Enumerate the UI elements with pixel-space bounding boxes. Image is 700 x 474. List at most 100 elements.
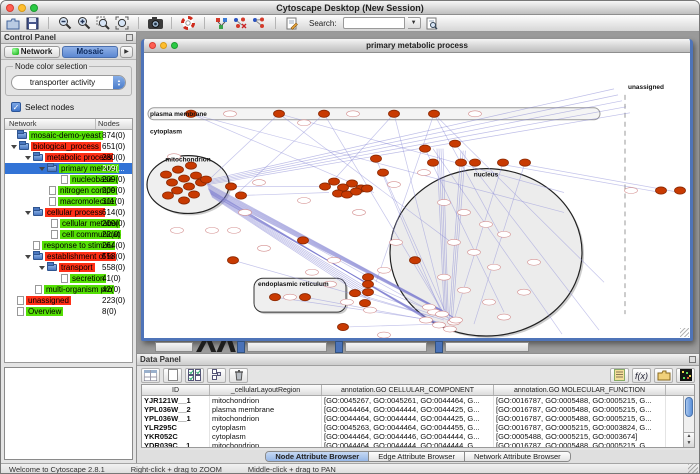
import-attributes-icon[interactable] (654, 368, 673, 383)
select-nodes-checkbox[interactable]: ✓ (11, 102, 21, 112)
table-row[interactable]: YJR121W__1mitochondrion[GO:0045267, GO:0… (142, 396, 683, 405)
control-panel: Control Panel Network Mosaic ▶ Node colo… (1, 32, 137, 463)
annotation-icon[interactable] (284, 16, 300, 31)
snapshot-icon[interactable] (147, 16, 163, 31)
column-header[interactable]: annotation.GO MOLECULAR_FUNCTION (494, 385, 666, 395)
expander-triangle-icon[interactable] (39, 266, 45, 270)
table-row[interactable]: YPL036W__2plasma membrane[GO:0044464, GO… (142, 405, 683, 414)
tree-row-node-count: 223(0) (102, 296, 125, 305)
help-icon[interactable] (180, 16, 196, 31)
unselect-attributes-icon[interactable] (207, 368, 226, 383)
tree-row-node-count: 209(... (102, 164, 125, 173)
tab-network-attribute-browser[interactable]: Network Attribute Browser (465, 452, 570, 461)
window-resize-grip[interactable] (680, 328, 689, 337)
column-header[interactable]: _cellularLayoutRegion (210, 385, 322, 395)
column-header[interactable]: ID (142, 385, 210, 395)
vizmapper-icon[interactable] (213, 16, 229, 31)
float-panel-icon[interactable] (689, 356, 696, 363)
background-window[interactable] (247, 342, 327, 352)
attribute-table-icon[interactable] (141, 368, 160, 383)
tree-row[interactable]: metabolic process280(0) (5, 152, 132, 163)
tree-row[interactable]: primary metabo209(... (5, 163, 132, 174)
svg-text:mitochondrion: mitochondrion (165, 157, 210, 164)
table-scrollbar[interactable]: ▲▼ (683, 396, 694, 447)
tree-row[interactable]: nucleobase-209(0) (5, 174, 132, 185)
tab-mosaic[interactable]: Mosaic (62, 46, 118, 58)
node-color-dropdown[interactable]: transporter activity ▲▼ (11, 75, 126, 90)
search-dropdown-arrow[interactable]: ▼ (408, 17, 421, 29)
tree-header-network[interactable]: Network (5, 119, 95, 129)
search-options-icon[interactable] (424, 16, 440, 31)
tree-row[interactable]: establishment of lo558(0) (5, 251, 132, 262)
zoom-fit-icon[interactable] (114, 16, 130, 31)
tree-row[interactable]: transport558(0) (5, 262, 132, 273)
background-window[interactable] (345, 342, 427, 352)
background-window[interactable] (155, 342, 193, 352)
tree-row-node-count: 42(0) (102, 285, 121, 294)
tree-row-node-count: 311(0) (102, 197, 125, 206)
tree-row[interactable]: unassigned223(0) (5, 295, 132, 306)
tree-row-label: transport (59, 263, 95, 272)
zoom-out-icon[interactable] (57, 16, 73, 31)
tree-row[interactable]: cellular process614(0) (5, 207, 132, 218)
tree-row[interactable]: nitrogen compo209(0) (5, 185, 132, 196)
table-row[interactable]: YKR052Ccytoplasm[GO:0044464, GO:0044446,… (142, 432, 683, 441)
expander-triangle-icon[interactable] (25, 156, 31, 160)
hide-selected-icon[interactable] (232, 16, 248, 31)
tree-row[interactable]: response to stimulu264(0) (5, 240, 132, 251)
open-icon[interactable] (5, 16, 21, 31)
new-attribute-icon[interactable] (163, 368, 182, 383)
network-page-icon (17, 307, 24, 316)
formula-icon[interactable]: f(x) (632, 368, 651, 383)
tree-row[interactable]: multi-organism pro42(0) (5, 284, 132, 295)
table-cell: YKR052C (142, 432, 210, 441)
expander-triangle-icon[interactable] (39, 167, 45, 171)
tab-node-attribute-browser[interactable]: Node Attribute Browser (266, 452, 369, 461)
select-attributes-icon[interactable] (185, 368, 204, 383)
tab-overflow-arrow[interactable]: ▶ (120, 46, 133, 58)
app-resize-grip[interactable] (688, 464, 698, 474)
tree-row[interactable]: macromolecule311(0) (5, 196, 132, 207)
network-canvas[interactable]: plasma membranecytoplasmmitochondrionnuc… (144, 53, 690, 338)
background-window-label (227, 341, 236, 352)
tab-edge-attribute-browser[interactable]: Edge Attribute Browser (369, 452, 465, 461)
tree-row[interactable]: Overview8(0) (5, 306, 132, 317)
tree-row[interactable]: secretion41(0) (5, 273, 132, 284)
attribute-list-icon[interactable] (610, 368, 629, 383)
background-window-corner[interactable] (335, 341, 343, 353)
scrollbar-thumb[interactable] (685, 397, 693, 417)
tree-header-nodes[interactable]: Nodes (95, 119, 132, 129)
table-cell: YPL036W__1 (142, 414, 210, 423)
background-window-corner[interactable] (435, 341, 443, 353)
tree-row[interactable]: mosaic-demo-yeast874(0) (5, 130, 132, 141)
tree-row-node-count: 41(0) (102, 274, 121, 283)
birdseye-view-panel[interactable] (4, 367, 133, 460)
float-panel-icon[interactable] (126, 34, 133, 41)
tree-row[interactable]: biological_process651(0) (5, 141, 132, 152)
table-row[interactable]: YPL036W__1mitochondrion[GO:0044464, GO:0… (142, 414, 683, 423)
show-all-icon[interactable] (251, 16, 267, 31)
table-row[interactable]: YDR039C__1mitochondrion[GO:0044464, GO:0… (142, 441, 683, 447)
data-panel-toolbar: f(x) (137, 366, 699, 384)
tab-network[interactable]: Network (4, 46, 60, 58)
network-window-titlebar: primary metabolic process (144, 39, 690, 53)
scrollbar-arrows[interactable]: ▲▼ (684, 432, 694, 447)
network-page-icon (17, 296, 24, 305)
background-window-corner[interactable] (237, 341, 245, 353)
zoom-in-icon[interactable] (76, 16, 92, 31)
matrix-icon[interactable] (676, 368, 695, 383)
node-color-dropdown-value: transporter activity (12, 78, 113, 87)
tree-row[interactable]: cellular metabol209(0) (5, 218, 132, 229)
table-cell: [GO:0044464, GO:0044446, GO:0044444, G..… (322, 432, 494, 441)
expander-triangle-icon[interactable] (11, 145, 17, 149)
tree-row[interactable]: cell communicat22(0) (5, 229, 132, 240)
delete-attribute-icon[interactable] (229, 368, 248, 383)
zoom-selected-icon[interactable] (95, 16, 111, 31)
expander-triangle-icon[interactable] (25, 211, 31, 215)
background-window[interactable] (445, 342, 529, 352)
expander-triangle-icon[interactable] (25, 255, 31, 259)
search-input[interactable] (343, 17, 405, 29)
save-icon[interactable] (24, 16, 40, 31)
column-header[interactable]: annotation.GO CELLULAR_COMPONENT (322, 385, 494, 395)
table-row[interactable]: YLR295Ccytoplasm[GO:0045263, GO:0044464,… (142, 423, 683, 432)
